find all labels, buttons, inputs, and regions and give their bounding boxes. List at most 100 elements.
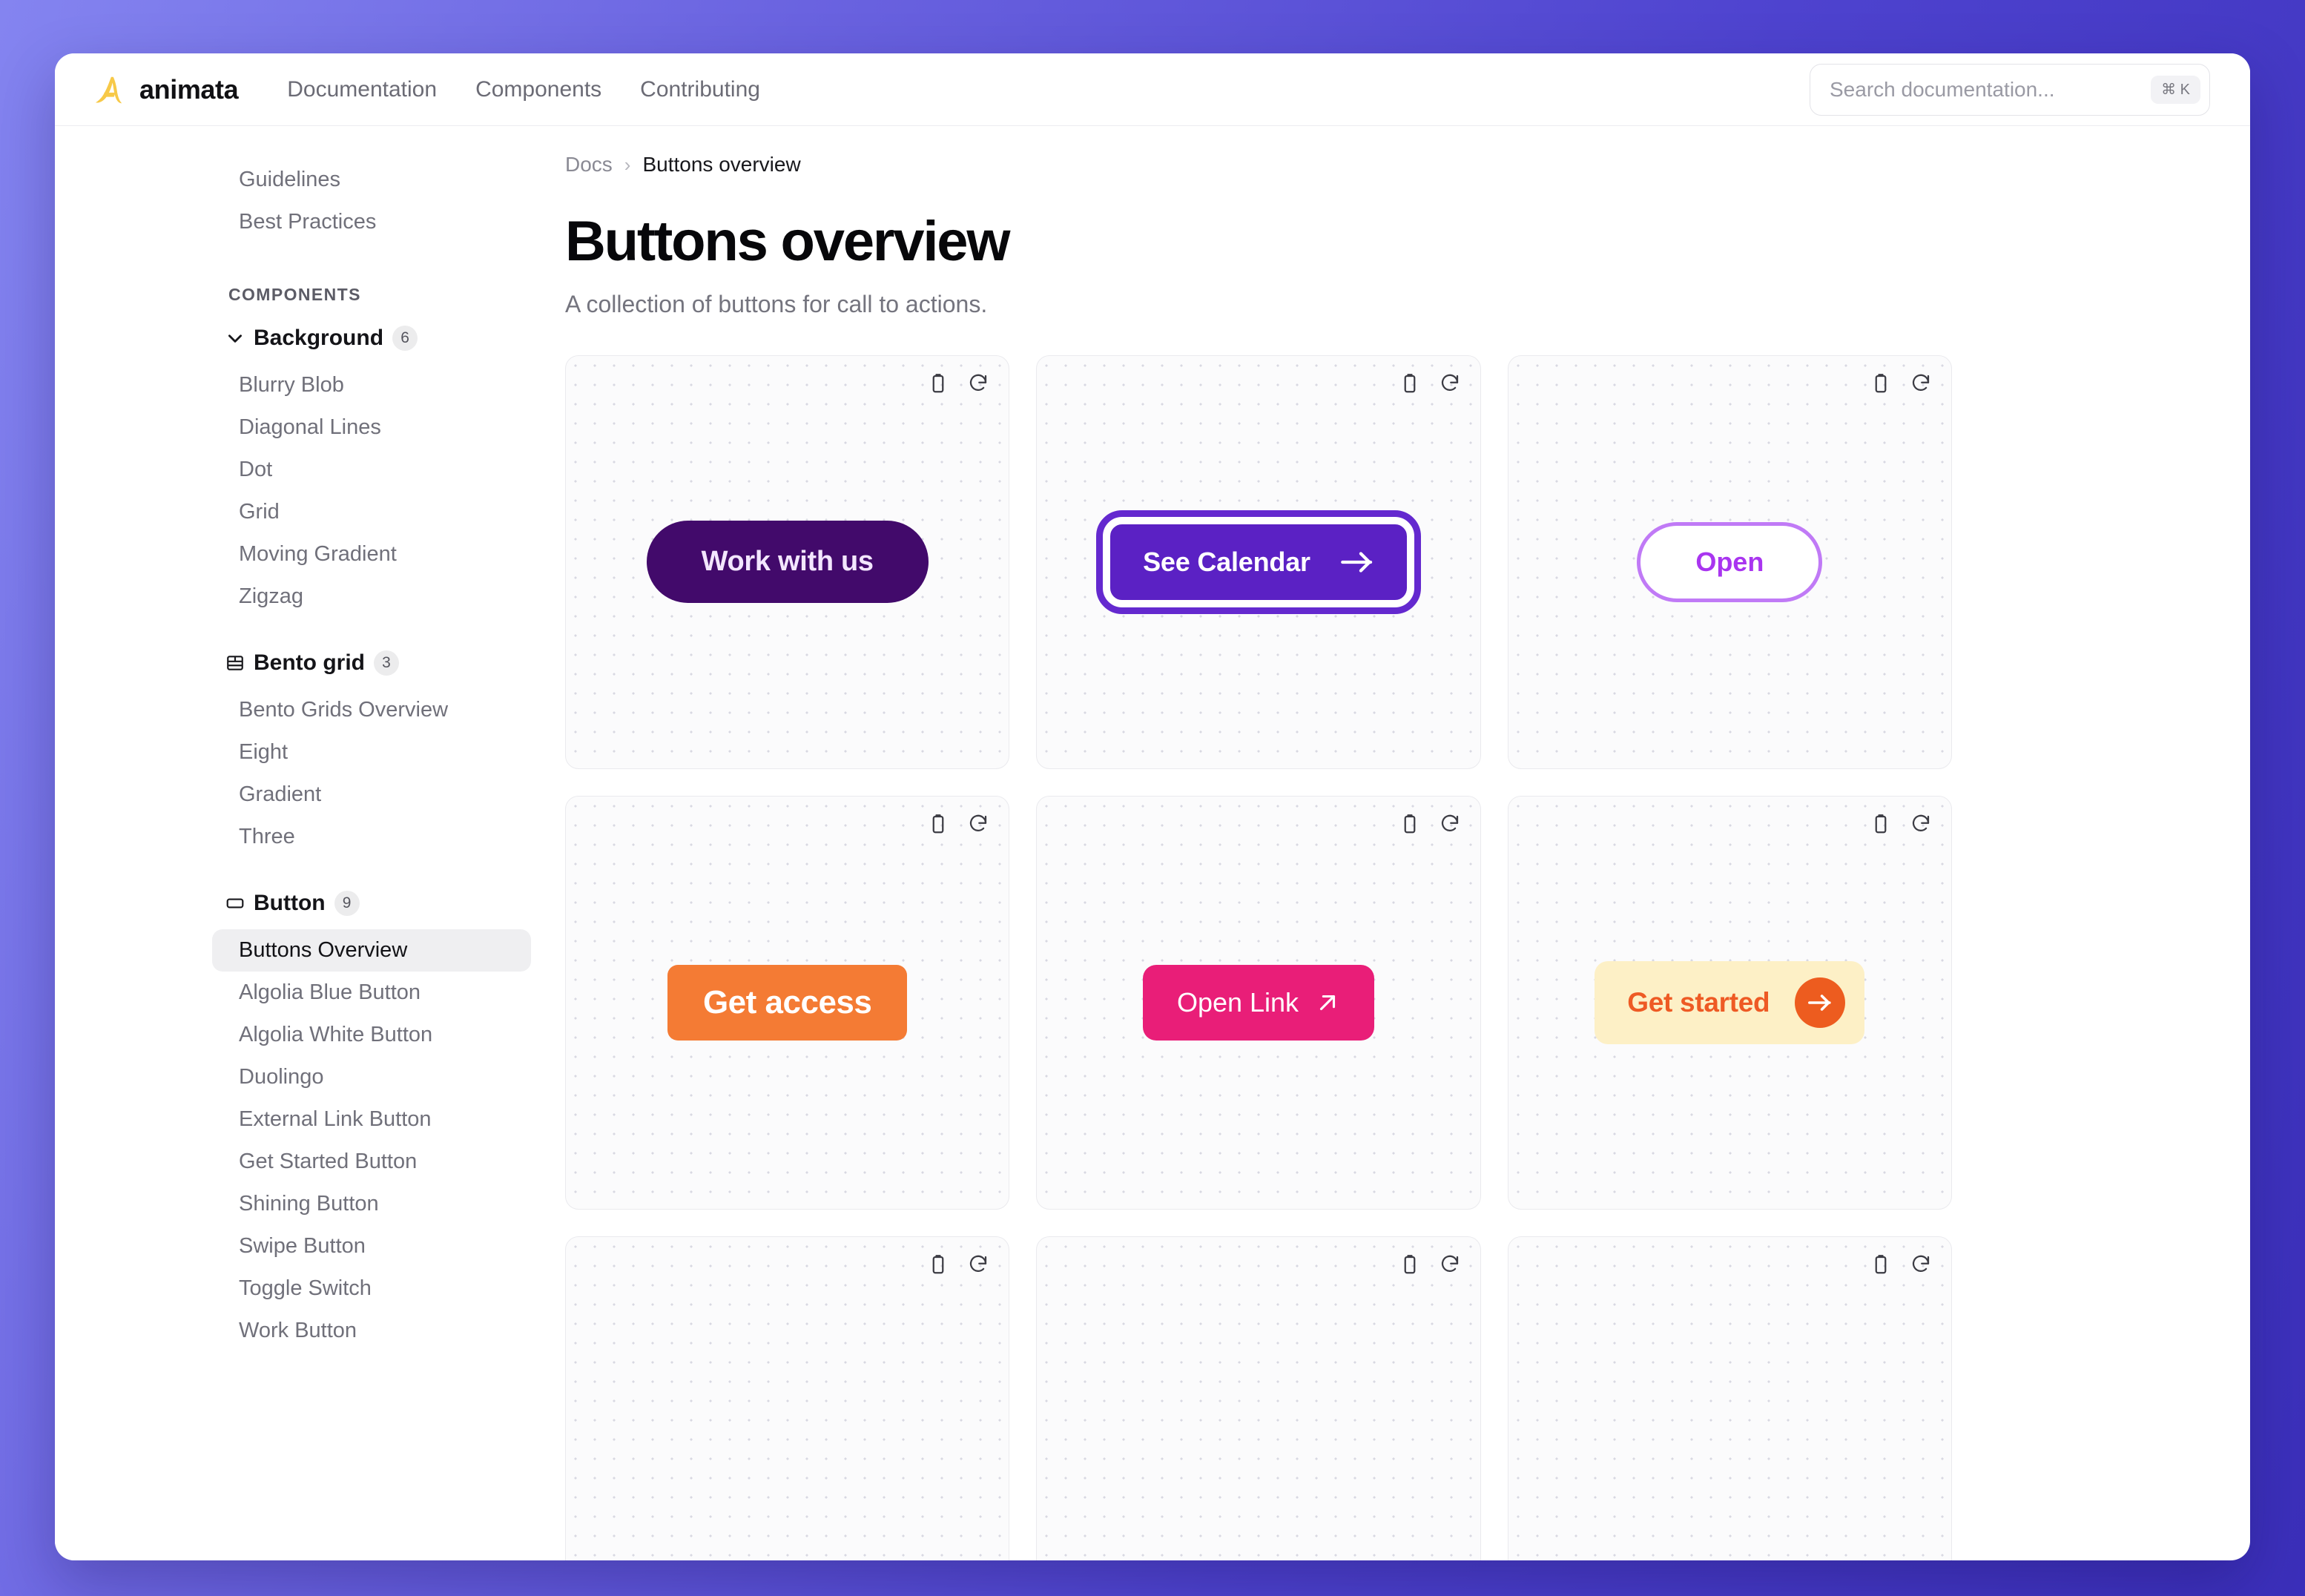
sidebar-item-get-started-button[interactable]: Get Started Button	[225, 1141, 521, 1183]
card-tools	[1870, 372, 1932, 395]
button-demo-grid: Work with us See Calendar Open Get acces…	[565, 355, 1952, 1560]
clipboard-icon[interactable]	[927, 1253, 949, 1276]
sidebar-group-count: 6	[392, 326, 418, 351]
clipboard-icon[interactable]	[1399, 1253, 1421, 1276]
sidebar-item-guidelines[interactable]: Guidelines	[225, 159, 521, 201]
refresh-icon[interactable]	[1439, 813, 1461, 835]
sidebar-item-external-link-button[interactable]: External Link Button	[225, 1098, 521, 1141]
see-calendar-label: See Calendar	[1143, 546, 1310, 577]
breadcrumb-docs-link[interactable]: Docs	[565, 153, 613, 177]
search-shortcut-badge: ⌘ K	[2151, 75, 2200, 104]
sidebar-item-diagonal-lines[interactable]: Diagonal Lines	[225, 406, 521, 449]
card-tools	[927, 372, 989, 395]
demo-card-get-started: Get started	[1507, 795, 1952, 1210]
breadcrumb-current: Buttons overview	[642, 153, 801, 176]
card-tools	[927, 813, 989, 835]
refresh-icon[interactable]	[1439, 1253, 1461, 1276]
clipboard-icon[interactable]	[1870, 1253, 1892, 1276]
open-link-label: Open Link	[1176, 986, 1299, 1018]
sidebar-group-title: Bento grid	[254, 650, 365, 675]
demo-card-aloglia-white: Aloglia White	[565, 1236, 1010, 1560]
bento-grid-icon	[225, 653, 245, 673]
arrow-right-icon	[1340, 549, 1374, 576]
sidebar-item-gradient[interactable]: Gradient	[225, 774, 521, 816]
sidebar-group-button[interactable]: Button 9	[225, 877, 521, 929]
page-title: Buttons overview	[565, 210, 1010, 273]
sidebar-item-dot[interactable]: Dot	[225, 449, 521, 491]
sidebar-item-zigzag[interactable]: Zigzag	[225, 576, 521, 618]
demo-card-work-with-us: Work with us	[565, 355, 1010, 769]
main-nav: Documentation Components Contributing	[287, 77, 760, 102]
refresh-icon[interactable]	[1910, 1253, 1932, 1276]
sidebar-item-grid[interactable]: Grid	[225, 491, 521, 533]
open-button[interactable]: Open	[1637, 521, 1823, 602]
clipboard-icon[interactable]	[1870, 813, 1892, 835]
nav-link-components[interactable]: Components	[475, 77, 601, 102]
card-tools	[1399, 813, 1461, 835]
open-link-button[interactable]: Open Link	[1142, 964, 1375, 1041]
card-tools	[1870, 813, 1932, 835]
sidebar-item-algolia-blue-button[interactable]: Algolia Blue Button	[225, 972, 521, 1014]
clipboard-icon[interactable]	[927, 813, 949, 835]
sidebar-item-buttons-overview[interactable]: Buttons Overview	[212, 929, 531, 972]
sidebar-group-count: 3	[374, 650, 399, 676]
search-input[interactable]	[1830, 77, 2151, 102]
page-subtitle: A collection of buttons for call to acti…	[565, 290, 988, 317]
main-content: Docs › Buttons overview Buttons overview…	[565, 126, 2250, 1560]
sidebar-section-label: COMPONENTS	[228, 285, 361, 304]
nav-link-documentation[interactable]: Documentation	[287, 77, 437, 102]
demo-card-open: Open	[1507, 355, 1952, 769]
breadcrumb: Docs › Buttons overview	[565, 153, 2198, 177]
demo-card-open-link: Open Link	[1036, 795, 1481, 1210]
clipboard-icon[interactable]	[1399, 372, 1421, 395]
sidebar-group-title: Button	[254, 891, 326, 915]
app-window: animata Documentation Components Contrib…	[55, 53, 2250, 1560]
content-area: Guidelines Best Practices COMPONENTS Bac…	[55, 126, 2250, 1560]
card-tools	[1399, 1253, 1461, 1276]
nav-link-contributing[interactable]: Contributing	[640, 77, 760, 102]
demo-card-see-calendar: See Calendar	[1036, 355, 1481, 769]
top-navigation-bar: animata Documentation Components Contrib…	[55, 53, 2250, 126]
get-started-button[interactable]: Get started	[1595, 960, 1865, 1044]
clipboard-icon[interactable]	[1399, 813, 1421, 835]
animata-logo-icon	[92, 73, 126, 107]
sidebar: Guidelines Best Practices COMPONENTS Bac…	[55, 126, 565, 1560]
sidebar-item-algolia-white-button[interactable]: Algolia White Button	[225, 1014, 521, 1056]
sidebar-group-bento-grid[interactable]: Bento grid 3	[225, 637, 521, 689]
work-with-us-button[interactable]: Work with us	[646, 521, 929, 604]
card-tools	[927, 1253, 989, 1276]
refresh-icon[interactable]	[967, 372, 989, 395]
arrow-up-right-icon	[1315, 990, 1340, 1015]
sidebar-item-best-practices[interactable]: Best Practices	[225, 201, 521, 243]
clipboard-icon[interactable]	[1870, 372, 1892, 395]
brand-name: animata	[139, 73, 239, 105]
arrow-right-icon	[1795, 977, 1846, 1028]
demo-card-duolingo: DUOLINGO	[1507, 1236, 1952, 1560]
brand-logo-link[interactable]: animata	[92, 73, 239, 107]
sidebar-item-duolingo[interactable]: Duolingo	[225, 1056, 521, 1098]
search-box[interactable]: ⌘ K	[1810, 63, 2210, 116]
refresh-icon[interactable]	[1910, 813, 1932, 835]
chevron-down-icon	[225, 329, 245, 348]
sidebar-group-title: Background	[254, 326, 384, 350]
refresh-icon[interactable]	[967, 813, 989, 835]
sidebar-item-moving-gradient[interactable]: Moving Gradient	[225, 533, 521, 576]
get-access-button[interactable]: Get access	[667, 964, 908, 1041]
refresh-icon[interactable]	[1439, 372, 1461, 395]
sidebar-item-bento-grids-overview[interactable]: Bento Grids Overview	[225, 689, 521, 731]
sidebar-item-shining-button[interactable]: Shining Button	[225, 1183, 521, 1225]
sidebar-item-swipe-button[interactable]: Swipe Button	[225, 1225, 521, 1267]
sidebar-item-three[interactable]: Three	[225, 816, 521, 858]
sidebar-item-eight[interactable]: Eight	[225, 731, 521, 774]
clipboard-icon[interactable]	[927, 372, 949, 395]
sidebar-item-toggle-switch[interactable]: Toggle Switch	[225, 1267, 521, 1310]
sidebar-group-background[interactable]: Background 6	[225, 312, 521, 364]
sidebar-item-blurry-blob[interactable]: Blurry Blob	[225, 364, 521, 406]
get-started-label: Get started	[1627, 986, 1770, 1018]
see-calendar-button[interactable]: See Calendar	[1096, 510, 1421, 614]
refresh-icon[interactable]	[1910, 372, 1932, 395]
demo-card-get-access: Get access	[565, 795, 1010, 1210]
sidebar-item-work-button[interactable]: Work Button	[225, 1310, 521, 1352]
refresh-icon[interactable]	[967, 1253, 989, 1276]
button-icon	[225, 894, 245, 913]
